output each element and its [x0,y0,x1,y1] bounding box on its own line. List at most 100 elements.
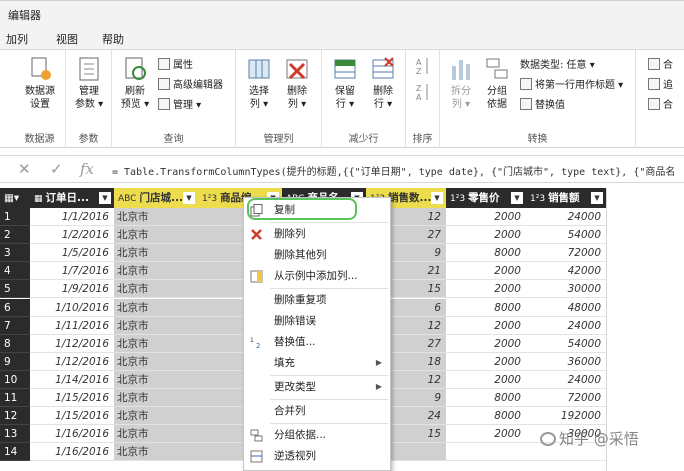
cell-retail-price[interactable]: 8000 [446,407,526,426]
cell-order-date[interactable]: 1/9/2016 [30,280,114,299]
column-header-order-date[interactable]: ▦ 订单日... ▼ [30,188,114,208]
cell-order-date[interactable]: 1/7/2016 [30,262,114,281]
cell-order-date[interactable]: 1/10/2016 [30,299,114,317]
cell-store-city[interactable]: 北京市 [114,208,198,227]
menu-help[interactable]: 帮助 [102,31,124,47]
remove-rows-button[interactable]: 删除 行 ▾ [366,56,400,111]
filter-dropdown-icon[interactable]: ▼ [431,192,443,204]
column-header-store-city[interactable]: ABC 门店城... ▼ [114,188,198,208]
cell-store-city[interactable]: 北京市 [114,262,198,281]
cell-order-date[interactable]: 1/11/2016 [30,317,114,335]
cell-order-date[interactable]: 1/14/2016 [30,371,114,389]
context-menu-item[interactable]: 分组依据... [244,425,390,445]
refresh-preview-button[interactable]: 刷新 预览 ▾ [116,56,154,111]
column-header-retail-price[interactable]: 1²3 零售价 ▼ [446,188,526,208]
filter-dropdown-icon[interactable]: ▼ [511,192,523,204]
cell-retail-price[interactable]: 2000 [446,226,526,245]
remove-columns-button[interactable]: 删除 列 ▾ [280,56,314,111]
cell-store-city[interactable]: 北京市 [114,425,198,444]
cell-order-date[interactable]: 1/15/2016 [30,389,114,408]
cell-sales-amount[interactable]: 30000 [526,280,606,299]
cell-sales-amount[interactable]: 24000 [526,208,606,227]
row-number[interactable]: 7 [0,316,30,335]
row-number[interactable]: 4 [0,262,30,281]
data-source-settings-button[interactable]: 数据源 设置 [20,56,60,111]
cancel-formula-icon[interactable]: ✕ [18,160,31,178]
cell-retail-price[interactable]: 2000 [446,425,526,444]
cell-store-city[interactable]: 北京市 [114,352,198,371]
cell-sales-amount[interactable]: 24000 [526,371,606,389]
cell-store-city[interactable]: 北京市 [114,370,198,389]
row-number[interactable]: 13 [0,425,30,444]
filter-dropdown-icon[interactable]: ▼ [591,192,603,204]
context-menu-item[interactable]: 填充 ▶ [244,353,390,373]
row-number[interactable]: 3 [0,244,30,263]
context-menu-item[interactable]: 更改类型 ▶ [244,377,390,397]
cell-retail-price[interactable]: 2000 [446,280,526,299]
split-column-button[interactable]: 拆分 列 ▾ [444,56,478,111]
cell-sales-amount[interactable]: 54000 [526,226,606,245]
cell-store-city[interactable]: 北京市 [114,316,198,335]
sort-descending-button[interactable]: ZA [412,82,434,105]
row-number[interactable]: 14 [0,443,30,462]
context-menu-item[interactable]: 删除其他列 [244,245,390,265]
cell-store-city[interactable]: 北京市 [114,226,198,245]
cell-sales-amount[interactable]: 192000 [526,407,606,426]
confirm-formula-icon[interactable]: ✓ [50,160,63,178]
cell-order-date[interactable]: 1/12/2016 [30,335,114,353]
data-type-button[interactable]: 数据类型: 任意 ▾ [520,58,595,74]
cell-retail-price[interactable]: 2000 [446,335,526,353]
context-menu-item[interactable]: 1 2 替换值... [244,332,390,352]
cell-order-date[interactable]: 1/16/2016 [30,443,114,462]
cell-store-city[interactable]: 北京市 [114,298,198,317]
row-number[interactable]: 2 [0,226,30,245]
context-menu-item[interactable]: 删除错误 [244,311,390,331]
row-number[interactable]: 6 [0,298,30,317]
cell-retail-price[interactable]: 2000 [446,353,526,371]
cell-sales-amount[interactable]: 48000 [526,299,606,317]
row-number[interactable]: 9 [0,352,30,371]
replace-values-button[interactable]: 替换值 [520,98,565,114]
fx-icon[interactable]: fx [80,160,94,178]
context-menu-item[interactable]: 删除重复项 [244,290,390,310]
use-first-row-button[interactable]: 将第一行用作标题 ▾ [520,78,623,94]
cell-retail-price[interactable]: 8000 [446,299,526,317]
row-number[interactable]: 12 [0,407,30,426]
row-number[interactable]: 8 [0,334,30,353]
row-number[interactable]: 10 [0,370,30,389]
cell-store-city[interactable]: 北京市 [114,334,198,353]
cell-retail-price[interactable]: 8000 [446,244,526,263]
cell-order-date[interactable]: 1/5/2016 [30,244,114,263]
cell-order-date[interactable]: 1/16/2016 [30,425,114,444]
cell-store-city[interactable]: 北京市 [114,244,198,263]
properties-button[interactable]: 属性 [158,58,193,74]
combine-files-button[interactable]: 合 [648,98,673,114]
append-queries-button[interactable]: 追 [648,78,673,94]
cell-retail-price[interactable]: 2000 [446,208,526,227]
row-number[interactable]: 5 [0,280,30,299]
cell-store-city[interactable]: 北京市 [114,407,198,426]
table-menu-icon[interactable]: ▦▾ [0,188,28,208]
merge-queries-button[interactable]: 合 [648,58,673,74]
row-number[interactable]: 1 [0,208,30,227]
cell-order-date[interactable]: 1/1/2016 [30,208,114,227]
cell-order-date[interactable]: 1/2/2016 [30,226,114,245]
row-number[interactable]: 11 [0,389,30,408]
cell-sales-amount[interactable]: 72000 [526,389,606,408]
cell-order-date[interactable]: 1/15/2016 [30,407,114,426]
cell-store-city[interactable]: 北京市 [114,280,198,299]
cell-order-date[interactable]: 1/12/2016 [30,353,114,371]
cell-sales-amount[interactable]: 36000 [526,353,606,371]
context-menu-item[interactable]: 删除列 [244,224,390,244]
cell-sales-amount[interactable]: 72000 [526,244,606,263]
manage-button[interactable]: 管理 ▾ [158,98,201,114]
cell-store-city[interactable]: 北京市 [114,389,198,408]
context-menu-item[interactable]: 合并列 [244,401,390,421]
cell-retail-price[interactable]: 2000 [446,371,526,389]
filter-dropdown-icon[interactable]: ▼ [99,192,111,204]
group-by-button[interactable]: 分组 依据 [480,56,514,111]
advanced-editor-button[interactable]: 高级编辑器 [158,78,223,94]
cell-retail-price[interactable] [446,443,526,462]
cell-sales-amount[interactable]: 42000 [526,262,606,281]
menu-view[interactable]: 视图 [56,31,78,47]
